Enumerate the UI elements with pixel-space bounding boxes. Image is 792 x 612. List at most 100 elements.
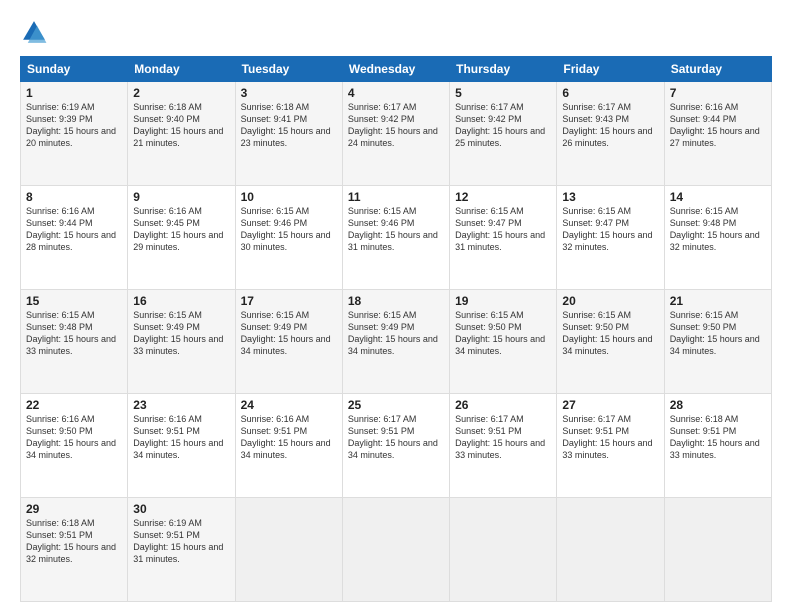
day-number: 14	[670, 190, 766, 204]
cell-info: Sunrise: 6:17 AMSunset: 9:42 PMDaylight:…	[348, 101, 444, 150]
logo-icon	[20, 18, 48, 46]
col-header-saturday: Saturday	[664, 57, 771, 82]
calendar-cell: 27Sunrise: 6:17 AMSunset: 9:51 PMDayligh…	[557, 394, 664, 498]
cell-info: Sunrise: 6:18 AMSunset: 9:51 PMDaylight:…	[670, 413, 766, 462]
calendar-cell: 5Sunrise: 6:17 AMSunset: 9:42 PMDaylight…	[450, 82, 557, 186]
calendar-row: 29Sunrise: 6:18 AMSunset: 9:51 PMDayligh…	[21, 498, 772, 602]
calendar-row: 22Sunrise: 6:16 AMSunset: 9:50 PMDayligh…	[21, 394, 772, 498]
day-number: 4	[348, 86, 444, 100]
day-number: 11	[348, 190, 444, 204]
cell-info: Sunrise: 6:16 AMSunset: 9:44 PMDaylight:…	[670, 101, 766, 150]
col-header-sunday: Sunday	[21, 57, 128, 82]
calendar-cell: 28Sunrise: 6:18 AMSunset: 9:51 PMDayligh…	[664, 394, 771, 498]
header	[20, 18, 772, 46]
cell-info: Sunrise: 6:17 AMSunset: 9:43 PMDaylight:…	[562, 101, 658, 150]
day-number: 9	[133, 190, 229, 204]
calendar-cell: 6Sunrise: 6:17 AMSunset: 9:43 PMDaylight…	[557, 82, 664, 186]
cell-info: Sunrise: 6:16 AMSunset: 9:51 PMDaylight:…	[241, 413, 337, 462]
calendar-cell	[450, 498, 557, 602]
cell-info: Sunrise: 6:15 AMSunset: 9:50 PMDaylight:…	[562, 309, 658, 358]
calendar-cell: 7Sunrise: 6:16 AMSunset: 9:44 PMDaylight…	[664, 82, 771, 186]
calendar-cell: 8Sunrise: 6:16 AMSunset: 9:44 PMDaylight…	[21, 186, 128, 290]
day-number: 2	[133, 86, 229, 100]
calendar-cell: 14Sunrise: 6:15 AMSunset: 9:48 PMDayligh…	[664, 186, 771, 290]
calendar-cell: 30Sunrise: 6:19 AMSunset: 9:51 PMDayligh…	[128, 498, 235, 602]
cell-info: Sunrise: 6:17 AMSunset: 9:51 PMDaylight:…	[562, 413, 658, 462]
cell-info: Sunrise: 6:15 AMSunset: 9:46 PMDaylight:…	[241, 205, 337, 254]
cell-info: Sunrise: 6:15 AMSunset: 9:50 PMDaylight:…	[670, 309, 766, 358]
calendar-row: 15Sunrise: 6:15 AMSunset: 9:48 PMDayligh…	[21, 290, 772, 394]
calendar-cell: 3Sunrise: 6:18 AMSunset: 9:41 PMDaylight…	[235, 82, 342, 186]
day-number: 20	[562, 294, 658, 308]
cell-info: Sunrise: 6:15 AMSunset: 9:49 PMDaylight:…	[241, 309, 337, 358]
cell-info: Sunrise: 6:15 AMSunset: 9:48 PMDaylight:…	[670, 205, 766, 254]
day-number: 3	[241, 86, 337, 100]
calendar-cell: 23Sunrise: 6:16 AMSunset: 9:51 PMDayligh…	[128, 394, 235, 498]
col-header-wednesday: Wednesday	[342, 57, 449, 82]
day-number: 7	[670, 86, 766, 100]
cell-info: Sunrise: 6:17 AMSunset: 9:42 PMDaylight:…	[455, 101, 551, 150]
day-number: 19	[455, 294, 551, 308]
calendar-cell: 4Sunrise: 6:17 AMSunset: 9:42 PMDaylight…	[342, 82, 449, 186]
cell-info: Sunrise: 6:18 AMSunset: 9:41 PMDaylight:…	[241, 101, 337, 150]
calendar-cell: 9Sunrise: 6:16 AMSunset: 9:45 PMDaylight…	[128, 186, 235, 290]
cell-info: Sunrise: 6:15 AMSunset: 9:48 PMDaylight:…	[26, 309, 122, 358]
calendar-cell: 16Sunrise: 6:15 AMSunset: 9:49 PMDayligh…	[128, 290, 235, 394]
cell-info: Sunrise: 6:17 AMSunset: 9:51 PMDaylight:…	[455, 413, 551, 462]
day-number: 12	[455, 190, 551, 204]
cell-info: Sunrise: 6:17 AMSunset: 9:51 PMDaylight:…	[348, 413, 444, 462]
day-number: 6	[562, 86, 658, 100]
day-number: 23	[133, 398, 229, 412]
calendar-cell: 1Sunrise: 6:19 AMSunset: 9:39 PMDaylight…	[21, 82, 128, 186]
calendar-cell: 18Sunrise: 6:15 AMSunset: 9:49 PMDayligh…	[342, 290, 449, 394]
calendar-cell: 24Sunrise: 6:16 AMSunset: 9:51 PMDayligh…	[235, 394, 342, 498]
calendar-cell	[342, 498, 449, 602]
day-number: 15	[26, 294, 122, 308]
cell-info: Sunrise: 6:15 AMSunset: 9:50 PMDaylight:…	[455, 309, 551, 358]
calendar-cell: 2Sunrise: 6:18 AMSunset: 9:40 PMDaylight…	[128, 82, 235, 186]
calendar-cell: 19Sunrise: 6:15 AMSunset: 9:50 PMDayligh…	[450, 290, 557, 394]
day-number: 25	[348, 398, 444, 412]
calendar-cell	[664, 498, 771, 602]
day-number: 30	[133, 502, 229, 516]
day-number: 10	[241, 190, 337, 204]
cell-info: Sunrise: 6:16 AMSunset: 9:50 PMDaylight:…	[26, 413, 122, 462]
col-header-tuesday: Tuesday	[235, 57, 342, 82]
day-number: 5	[455, 86, 551, 100]
calendar-cell	[235, 498, 342, 602]
calendar-cell: 20Sunrise: 6:15 AMSunset: 9:50 PMDayligh…	[557, 290, 664, 394]
cell-info: Sunrise: 6:15 AMSunset: 9:47 PMDaylight:…	[562, 205, 658, 254]
day-number: 28	[670, 398, 766, 412]
cell-info: Sunrise: 6:15 AMSunset: 9:49 PMDaylight:…	[348, 309, 444, 358]
day-number: 21	[670, 294, 766, 308]
col-header-monday: Monday	[128, 57, 235, 82]
calendar-cell: 25Sunrise: 6:17 AMSunset: 9:51 PMDayligh…	[342, 394, 449, 498]
day-number: 8	[26, 190, 122, 204]
cell-info: Sunrise: 6:16 AMSunset: 9:51 PMDaylight:…	[133, 413, 229, 462]
calendar-cell	[557, 498, 664, 602]
page: SundayMondayTuesdayWednesdayThursdayFrid…	[0, 0, 792, 612]
cell-info: Sunrise: 6:16 AMSunset: 9:45 PMDaylight:…	[133, 205, 229, 254]
day-number: 27	[562, 398, 658, 412]
calendar-cell: 17Sunrise: 6:15 AMSunset: 9:49 PMDayligh…	[235, 290, 342, 394]
calendar-cell: 21Sunrise: 6:15 AMSunset: 9:50 PMDayligh…	[664, 290, 771, 394]
day-number: 16	[133, 294, 229, 308]
day-number: 18	[348, 294, 444, 308]
calendar-row: 1Sunrise: 6:19 AMSunset: 9:39 PMDaylight…	[21, 82, 772, 186]
day-number: 24	[241, 398, 337, 412]
calendar-table: SundayMondayTuesdayWednesdayThursdayFrid…	[20, 56, 772, 602]
day-number: 29	[26, 502, 122, 516]
calendar-cell: 10Sunrise: 6:15 AMSunset: 9:46 PMDayligh…	[235, 186, 342, 290]
day-number: 22	[26, 398, 122, 412]
calendar-cell: 12Sunrise: 6:15 AMSunset: 9:47 PMDayligh…	[450, 186, 557, 290]
cell-info: Sunrise: 6:18 AMSunset: 9:40 PMDaylight:…	[133, 101, 229, 150]
cell-info: Sunrise: 6:15 AMSunset: 9:46 PMDaylight:…	[348, 205, 444, 254]
col-header-thursday: Thursday	[450, 57, 557, 82]
calendar-cell: 11Sunrise: 6:15 AMSunset: 9:46 PMDayligh…	[342, 186, 449, 290]
cell-info: Sunrise: 6:15 AMSunset: 9:49 PMDaylight:…	[133, 309, 229, 358]
calendar-row: 8Sunrise: 6:16 AMSunset: 9:44 PMDaylight…	[21, 186, 772, 290]
cell-info: Sunrise: 6:19 AMSunset: 9:39 PMDaylight:…	[26, 101, 122, 150]
day-number: 17	[241, 294, 337, 308]
logo	[20, 18, 52, 46]
calendar-cell: 29Sunrise: 6:18 AMSunset: 9:51 PMDayligh…	[21, 498, 128, 602]
